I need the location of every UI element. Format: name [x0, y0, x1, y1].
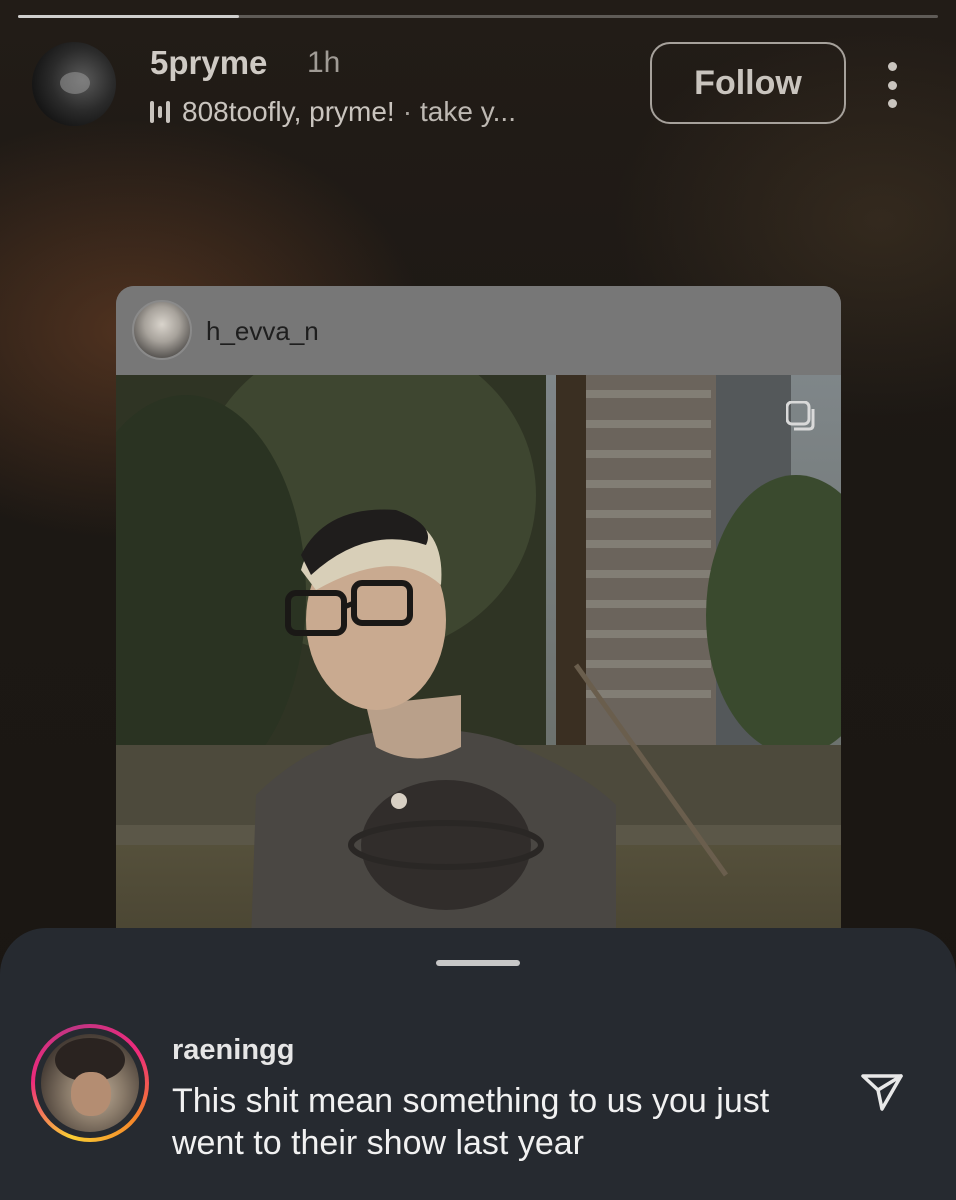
reply-username[interactable]: raeningg — [172, 1034, 294, 1067]
follow-button[interactable]: Follow — [650, 42, 846, 124]
story-progress-bar — [18, 15, 938, 18]
story-author-avatar[interactable] — [32, 42, 116, 126]
shared-post-header: h_evva_n — [116, 286, 841, 375]
send-icon[interactable] — [858, 1068, 906, 1116]
reply-bottom-sheet[interactable]: raeningg This shit mean something to us … — [0, 928, 956, 1200]
reply-story-ring[interactable] — [31, 1024, 149, 1142]
shared-post-avatar[interactable] — [132, 300, 192, 360]
audio-bars-icon — [150, 101, 170, 123]
shared-post-username[interactable]: h_evva_n — [206, 316, 319, 347]
story-author-username[interactable]: 5pryme — [150, 44, 267, 82]
reply-message: This shit mean something to us you just … — [172, 1082, 770, 1162]
sheet-drag-handle[interactable] — [436, 960, 520, 966]
music-song-title: take y... — [420, 96, 516, 127]
more-vertical-icon[interactable] — [882, 62, 902, 108]
reply-avatar — [41, 1034, 139, 1132]
carousel-icon — [786, 401, 815, 431]
story-progress-fill — [18, 15, 239, 18]
story-music-attribution[interactable]: 808toofly, pryme! · take y... — [150, 96, 516, 128]
music-artist: 808toofly, pryme! — [182, 96, 395, 127]
story-time-ago: 1h — [307, 46, 341, 79]
music-separator: · — [402, 96, 413, 127]
